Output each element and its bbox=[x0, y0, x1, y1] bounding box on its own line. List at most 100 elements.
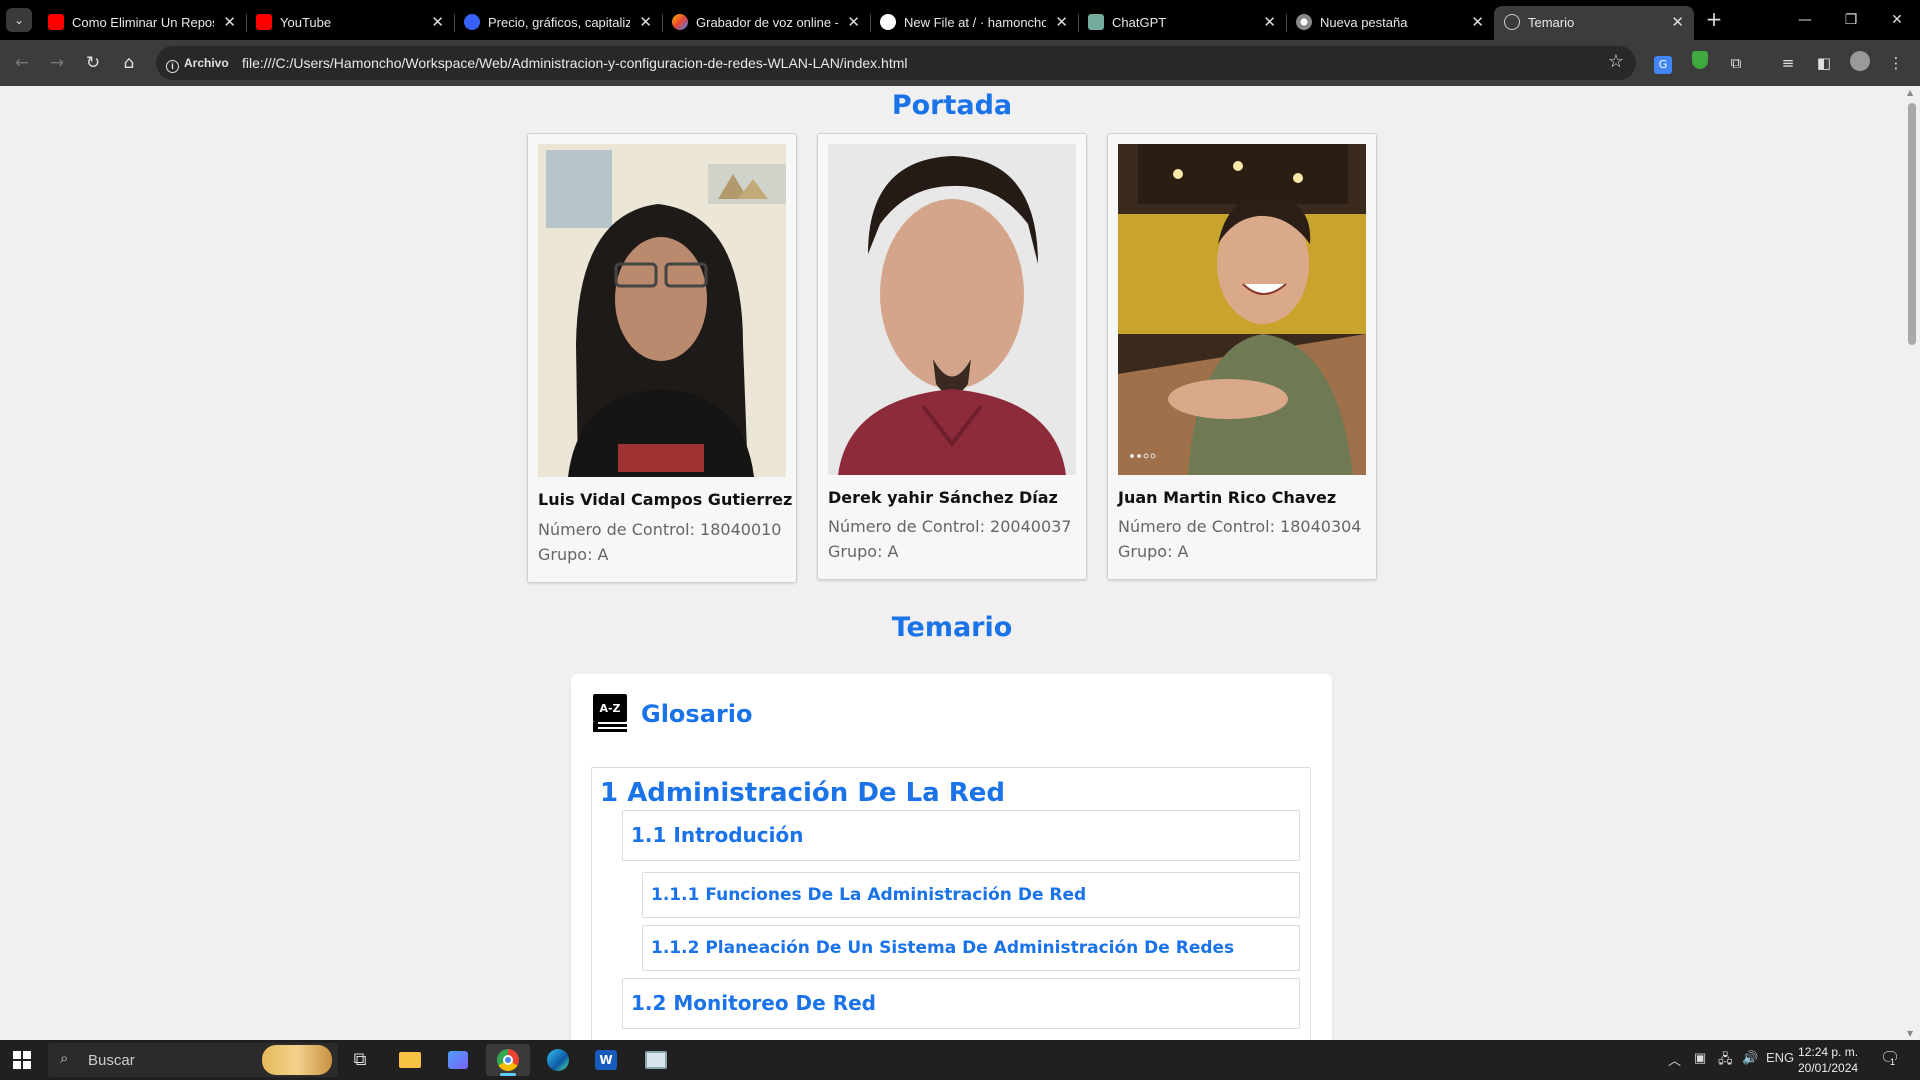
member-group: Grupo: A bbox=[1118, 542, 1189, 561]
word-icon[interactable]: W bbox=[584, 1044, 628, 1076]
notification-center-icon[interactable]: 🗨1 bbox=[1880, 1048, 1900, 1068]
topic-1-1-2-link[interactable]: 1.1.2 Planeación De Un Sistema De Admini… bbox=[651, 938, 1234, 958]
tab-precio-graficos[interactable]: Precio, gráficos, capitaliza ✕ bbox=[454, 6, 663, 40]
tab-title: New File at / · hamoncho/ bbox=[904, 15, 1046, 30]
address-bar[interactable]: i Archivo file:///C:/Users/Hamoncho/Works… bbox=[156, 46, 1636, 80]
member-name: Derek yahir Sánchez Díaz bbox=[828, 488, 1058, 507]
page-scrollbar[interactable]: ▲ ▼ bbox=[1904, 86, 1920, 1040]
search-placeholder: Buscar bbox=[88, 1052, 135, 1069]
member-photo bbox=[538, 144, 786, 477]
a-z-dictionary-icon: A-Z bbox=[593, 694, 627, 732]
url-text[interactable]: file:///C:/Users/Hamoncho/Workspace/Web/… bbox=[242, 55, 908, 71]
tab-chatgpt[interactable]: ChatGPT ✕ bbox=[1078, 6, 1287, 40]
security-label: Archivo bbox=[184, 56, 229, 70]
temario-title: Temario bbox=[891, 612, 1013, 643]
extensions-puzzle-icon[interactable]: ⧉ bbox=[1724, 51, 1748, 75]
member-control-number: Número de Control: 18040304 bbox=[1118, 517, 1362, 536]
member-name: Juan Martin Rico Chavez bbox=[1118, 488, 1337, 507]
topic-1-1-1-section: 1.1.1 Funciones De La Administración De … bbox=[642, 872, 1300, 918]
scroll-up-icon[interactable]: ▲ bbox=[1907, 88, 1913, 97]
topic-1-1-1-link[interactable]: 1.1.1 Funciones De La Administración De … bbox=[651, 885, 1086, 905]
github-icon bbox=[880, 14, 896, 30]
tray-overflow-icon[interactable]: ︿ bbox=[1668, 1050, 1681, 1069]
scroll-down-icon[interactable]: ▼ bbox=[1907, 1029, 1913, 1038]
edge-icon[interactable] bbox=[536, 1044, 580, 1076]
restore-button[interactable]: ❐ bbox=[1836, 8, 1866, 32]
microsoft-store-icon[interactable] bbox=[436, 1044, 480, 1076]
close-icon: ✕ bbox=[1891, 12, 1903, 28]
member-photo bbox=[828, 144, 1076, 475]
close-icon[interactable]: ✕ bbox=[1671, 13, 1684, 31]
reload-button[interactable]: ↻ bbox=[81, 51, 105, 75]
volume-icon[interactable]: 🔊 bbox=[1742, 1050, 1758, 1066]
network-icon[interactable]: 🖧 bbox=[1718, 1050, 1733, 1072]
member-name: Luis Vidal Campos Gutierrez bbox=[538, 490, 793, 509]
chrome-taskbar-icon[interactable] bbox=[486, 1044, 530, 1076]
taskbar-clock[interactable]: 12:24 p. m. 20/01/2024 bbox=[1798, 1044, 1858, 1076]
member-group: Grupo: A bbox=[538, 545, 609, 564]
tab-temario[interactable]: Temario ✕ bbox=[1494, 6, 1694, 40]
close-icon[interactable]: ✕ bbox=[1055, 13, 1068, 31]
profile-avatar[interactable] bbox=[1848, 51, 1872, 75]
search-highlight-image bbox=[262, 1045, 332, 1075]
topic-1-1-2-section: 1.1.2 Planeación De Un Sistema De Admini… bbox=[642, 925, 1300, 971]
windows-start-icon[interactable] bbox=[0, 1044, 44, 1076]
task-view-icon[interactable]: ⧉ bbox=[338, 1044, 382, 1076]
media-controls-icon[interactable]: ≡ bbox=[1776, 51, 1800, 75]
language-indicator[interactable]: ENG bbox=[1766, 1050, 1794, 1065]
tab-como-eliminar[interactable]: Como Eliminar Un Reposit ✕ bbox=[38, 6, 247, 40]
globe-icon bbox=[1504, 14, 1520, 30]
minimize-icon: — bbox=[1798, 12, 1812, 28]
home-icon: ⌂ bbox=[123, 53, 135, 73]
forward-button[interactable]: → bbox=[45, 51, 69, 75]
tab-nueva-pestana[interactable]: Nueva pestaña ✕ bbox=[1286, 6, 1494, 40]
youtube-icon bbox=[48, 14, 64, 30]
adblock-shield-icon[interactable] bbox=[1688, 51, 1712, 75]
portada-title: Portada bbox=[891, 90, 1013, 121]
topic-1-2-link[interactable]: 1.2 Monitoreo De Red bbox=[631, 991, 876, 1015]
snipping-tool-icon[interactable] bbox=[634, 1044, 678, 1076]
close-icon[interactable]: ✕ bbox=[847, 13, 860, 31]
tab-github-new-file[interactable]: New File at / · hamoncho/ ✕ bbox=[870, 6, 1079, 40]
glosario-link[interactable]: Glosario bbox=[641, 700, 752, 728]
restore-icon: ❐ bbox=[1844, 12, 1858, 28]
windows-taskbar: ⌕ Buscar ⧉ W ︿ ▣ 🖧 🔊 ENG 12:24 p. m. 20/… bbox=[0, 1040, 1920, 1080]
clock-time: 12:24 p. m. bbox=[1798, 1045, 1859, 1059]
close-icon[interactable]: ✕ bbox=[639, 13, 652, 31]
close-window-button[interactable]: ✕ bbox=[1882, 8, 1912, 32]
topic-1-link[interactable]: 1 Administración De La Red bbox=[600, 778, 1005, 808]
close-icon[interactable]: ✕ bbox=[223, 13, 236, 31]
reload-icon: ↻ bbox=[85, 53, 101, 73]
close-icon[interactable]: ✕ bbox=[431, 13, 444, 31]
tab-title: Temario bbox=[1528, 15, 1575, 30]
tab-search-button[interactable]: ⌄ bbox=[6, 8, 32, 32]
taskbar-search-box[interactable]: ⌕ Buscar bbox=[48, 1043, 338, 1077]
more-menu-icon[interactable]: ⋮ bbox=[1884, 51, 1908, 75]
tab-youtube[interactable]: YouTube ✕ bbox=[246, 6, 455, 40]
browser-tab-strip: ⌄ Como Eliminar Un Reposit ✕ YouTube ✕ P… bbox=[0, 0, 1920, 40]
google-translate-icon[interactable]: G bbox=[1651, 51, 1675, 75]
member-group: Grupo: A bbox=[828, 542, 899, 561]
page-viewport: Portada Luis Vidal Campos Gutierrez Núme… bbox=[0, 86, 1904, 1040]
home-button[interactable]: ⌂ bbox=[117, 51, 141, 75]
new-tab-button[interactable]: + bbox=[1702, 8, 1726, 32]
back-button[interactable]: ← bbox=[10, 51, 34, 75]
close-icon[interactable]: ✕ bbox=[1471, 13, 1484, 31]
member-card: Luis Vidal Campos Gutierrez Número de Co… bbox=[527, 133, 797, 583]
member-control-number: Número de Control: 18040010 bbox=[538, 520, 782, 539]
close-icon[interactable]: ✕ bbox=[1263, 13, 1276, 31]
minimize-button[interactable]: — bbox=[1790, 8, 1820, 32]
tab-title: Grabador de voz online - bbox=[696, 15, 838, 30]
browser-toolbar: ← → ↻ ⌂ i Archivo file:///C:/Users/Hamonc… bbox=[0, 40, 1920, 86]
site-info-chip[interactable]: i Archivo bbox=[166, 54, 229, 73]
side-panel-icon[interactable]: ◧ bbox=[1812, 51, 1836, 75]
bookmark-star-icon[interactable]: ☆ bbox=[1608, 51, 1624, 72]
file-explorer-icon[interactable] bbox=[388, 1044, 432, 1076]
topic-1-1-section: 1.1 Introdución bbox=[622, 810, 1300, 861]
scrollbar-thumb[interactable] bbox=[1908, 103, 1916, 345]
topic-1-1-link[interactable]: 1.1 Introdución bbox=[631, 823, 803, 847]
tab-grabador-voz[interactable]: Grabador de voz online - ✕ bbox=[662, 6, 871, 40]
meet-now-icon[interactable]: ▣ bbox=[1694, 1050, 1706, 1066]
arrow-left-icon: ← bbox=[14, 53, 30, 73]
tab-title: ChatGPT bbox=[1112, 15, 1167, 30]
